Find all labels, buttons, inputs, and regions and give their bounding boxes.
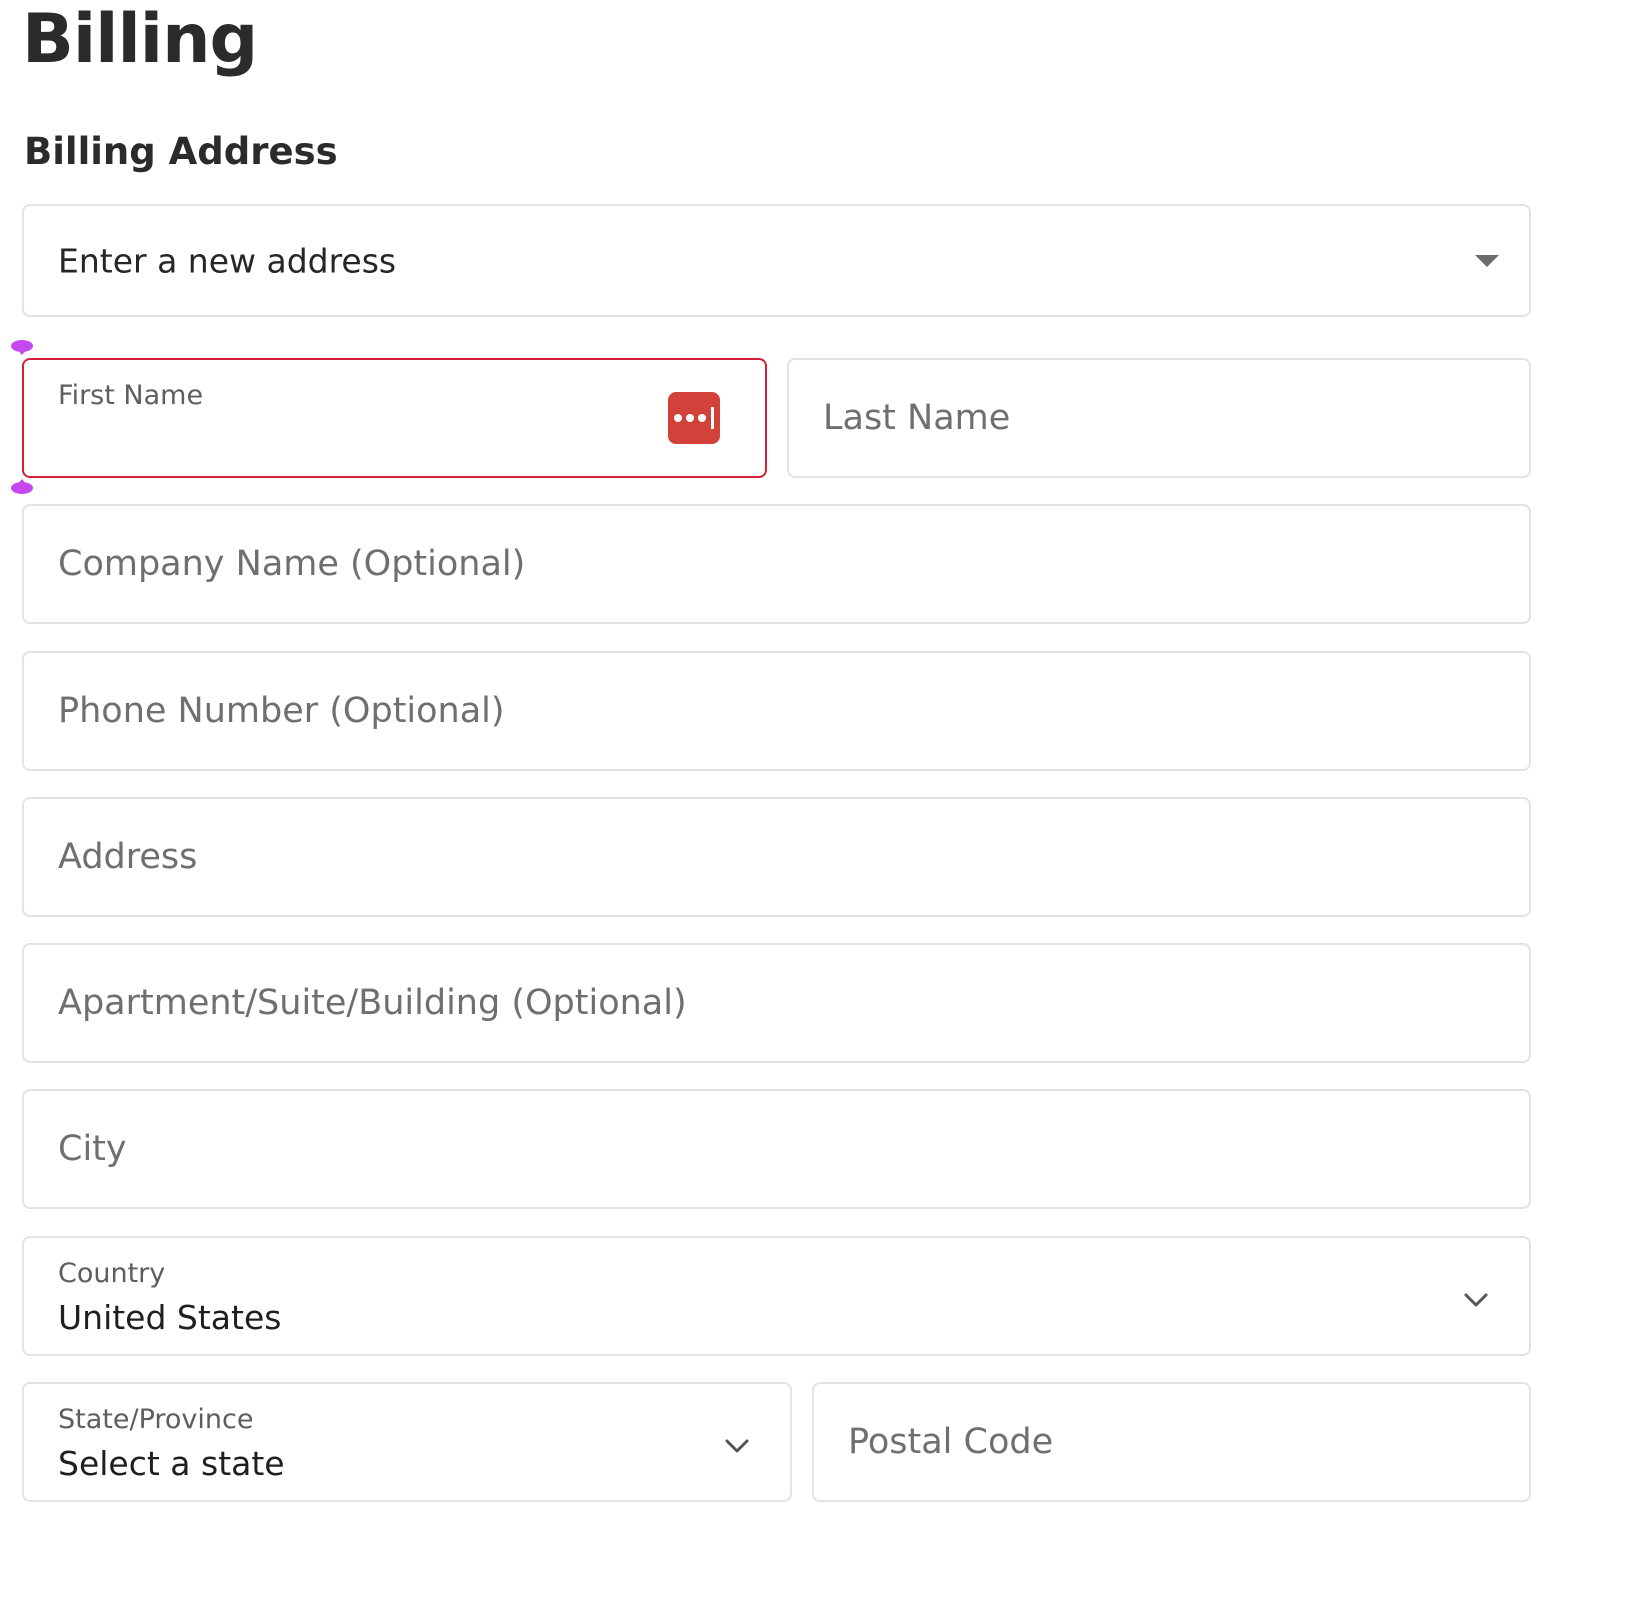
country-value: United States <box>58 1298 282 1337</box>
city-placeholder: City <box>58 1129 127 1169</box>
city-field[interactable]: City <box>22 1089 1531 1209</box>
billing-address-heading: Billing Address <box>24 130 338 173</box>
saved-address-value: Enter a new address <box>58 241 397 280</box>
page-title: Billing <box>22 0 258 79</box>
postal-code-placeholder: Postal Code <box>848 1422 1054 1462</box>
company-name-placeholder: Company Name (Optional) <box>58 544 526 584</box>
chevron-down-icon <box>725 1439 749 1453</box>
first-name-label: First Name <box>58 380 204 411</box>
apartment-field[interactable]: Apartment/Suite/Building (Optional) <box>22 943 1531 1063</box>
phone-number-field[interactable]: Phone Number (Optional) <box>22 651 1531 771</box>
last-name-placeholder: Last Name <box>823 398 1011 438</box>
caret-down-icon <box>1475 254 1499 267</box>
selection-handle-bottom-icon[interactable] <box>11 478 33 494</box>
company-name-field[interactable]: Company Name (Optional) <box>22 504 1531 624</box>
chevron-down-icon <box>1464 1293 1488 1307</box>
postal-code-field[interactable]: Postal Code <box>812 1382 1531 1502</box>
selection-handle-top-icon[interactable] <box>11 340 33 356</box>
password-manager-icon[interactable] <box>668 392 720 444</box>
phone-number-placeholder: Phone Number (Optional) <box>58 691 505 731</box>
last-name-field[interactable]: Last Name <box>787 358 1531 478</box>
first-name-field[interactable]: First Name <box>22 358 767 478</box>
apartment-placeholder: Apartment/Suite/Building (Optional) <box>58 983 687 1023</box>
country-label: Country <box>58 1258 166 1289</box>
state-select[interactable]: State/Province Select a state <box>22 1382 792 1502</box>
address-placeholder: Address <box>58 837 198 877</box>
saved-address-select[interactable]: Enter a new address <box>22 204 1531 317</box>
country-select[interactable]: Country United States <box>22 1236 1531 1356</box>
address-field[interactable]: Address <box>22 797 1531 917</box>
state-label: State/Province <box>58 1404 254 1435</box>
state-value: Select a state <box>58 1444 285 1483</box>
